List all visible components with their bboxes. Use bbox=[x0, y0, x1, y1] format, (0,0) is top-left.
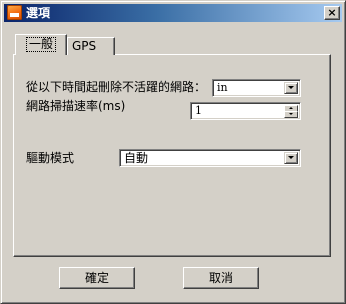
cancel-button[interactable]: 取消 bbox=[183, 267, 259, 289]
driver-mode-value: 自動 bbox=[124, 151, 149, 165]
options-dialog: 選項 × 一般 GPS 從以下時間起刪除不活躍的網路： in 網路掃描速率(ms… bbox=[0, 0, 346, 304]
scan-rate-spinner[interactable]: 1 bbox=[190, 102, 301, 120]
tab-gps[interactable]: GPS bbox=[67, 37, 115, 55]
tab-gps-label: GPS bbox=[72, 39, 97, 53]
driver-mode-label: 驅動模式 bbox=[26, 151, 75, 165]
scan-rate-value: 1 bbox=[195, 104, 202, 117]
chevron-down-icon[interactable] bbox=[284, 152, 298, 164]
title-bar[interactable]: 選項 × bbox=[4, 4, 342, 22]
tab-general[interactable]: 一般 bbox=[15, 34, 67, 55]
app-orange-icon bbox=[7, 5, 22, 20]
remove-inactive-dropdown[interactable]: in bbox=[212, 79, 301, 97]
remove-inactive-value: in bbox=[217, 81, 228, 94]
ok-button[interactable]: 確定 bbox=[59, 267, 135, 289]
scan-rate-label: 網路掃描速率(ms) bbox=[26, 99, 126, 113]
spin-down-icon[interactable] bbox=[284, 111, 298, 118]
driver-mode-dropdown[interactable]: 自動 bbox=[119, 149, 301, 167]
chevron-down-icon[interactable] bbox=[284, 82, 298, 94]
remove-inactive-label: 從以下時間起刪除不活躍的網路： bbox=[26, 80, 207, 94]
window-title: 選項 bbox=[26, 6, 51, 20]
close-icon: × bbox=[327, 6, 337, 19]
tab-general-label: 一般 bbox=[25, 37, 56, 52]
close-button[interactable]: × bbox=[324, 6, 340, 20]
